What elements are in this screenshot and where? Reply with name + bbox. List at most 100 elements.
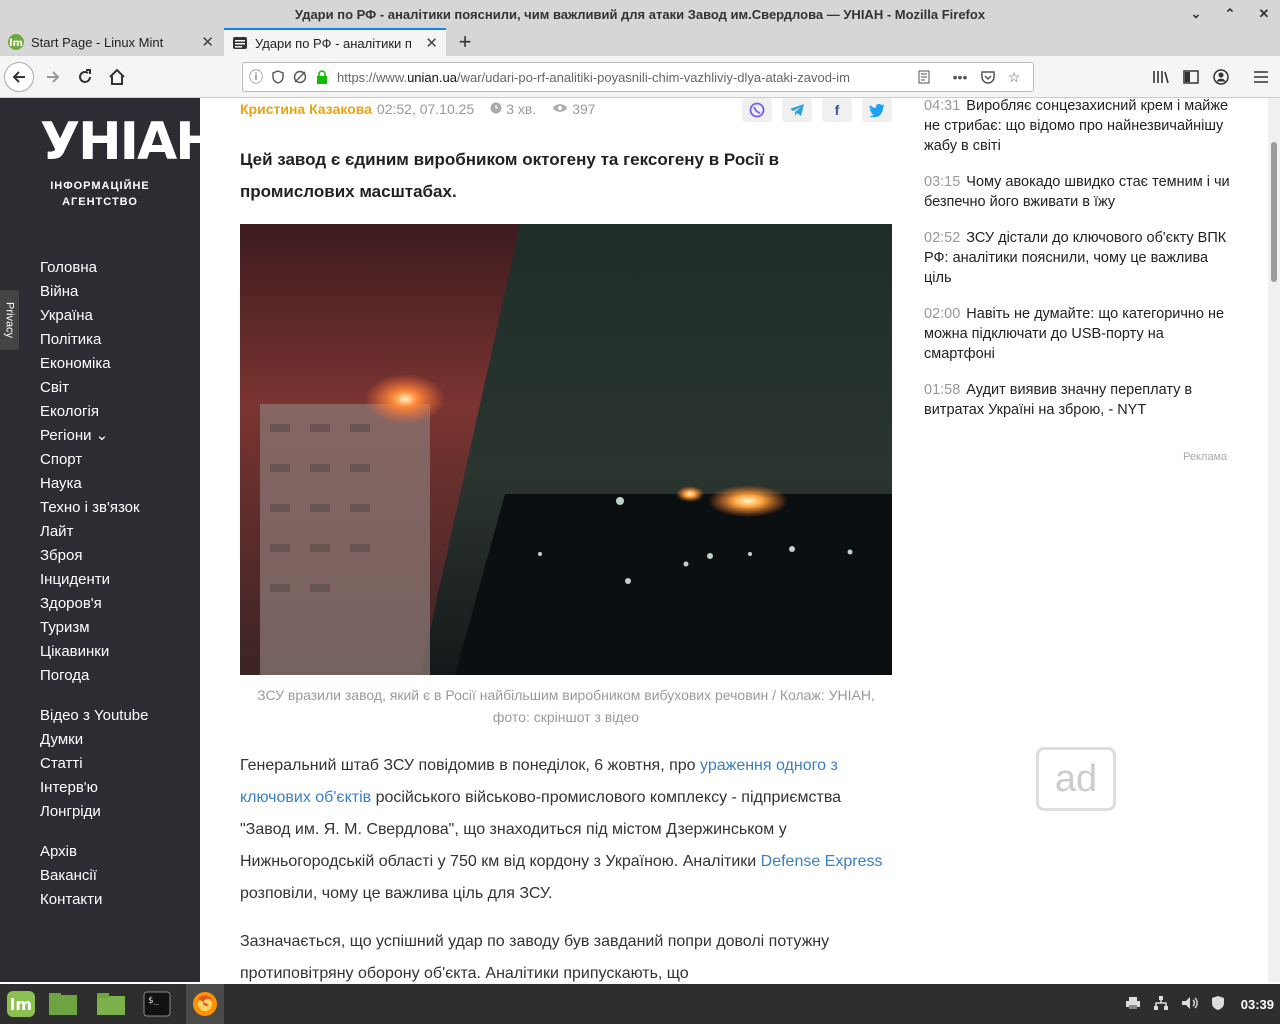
menu-item[interactable]: Головна: [40, 256, 149, 280]
page-actions-icon[interactable]: •••: [951, 68, 969, 86]
menu-hamburger-icon[interactable]: [1246, 62, 1276, 92]
firefox-taskbar-icon[interactable]: [186, 984, 224, 1024]
back-icon[interactable]: [4, 62, 34, 92]
menu-item[interactable]: Лайт: [40, 520, 149, 544]
tab-strip: lm Start Page - Linux Mint ✕ Удари по РФ…: [0, 28, 1280, 56]
shield-icon[interactable]: [1211, 995, 1225, 1014]
system-tray: 03:39: [1125, 984, 1274, 1024]
reader-view-icon[interactable]: [915, 68, 933, 86]
menu-item[interactable]: Політика: [40, 328, 149, 352]
window-titlebar: Удари по РФ - аналітики пояснили, чим ва…: [0, 0, 1280, 28]
ad-label: Реклама: [1183, 451, 1228, 463]
site-logo[interactable]: УНІАН ІНФОРМАЦІЙНЕ АГЕНТСТВО: [40, 112, 219, 210]
article-paragraph: Зазначається, що успішний удар по заводу…: [240, 933, 830, 982]
terminal-icon[interactable]: $_: [140, 988, 174, 1020]
library-icon[interactable]: [1146, 62, 1176, 92]
menu-item[interactable]: Зброя: [40, 544, 149, 568]
pocket-icon[interactable]: [979, 68, 997, 86]
menu-item[interactable]: Економіка: [40, 352, 149, 376]
sidebar-toggle-icon[interactable]: [1176, 62, 1206, 92]
menu-item[interactable]: Світ: [40, 376, 149, 400]
account-icon[interactable]: [1206, 62, 1236, 92]
autoplay-blocked-icon[interactable]: [291, 68, 309, 86]
telegram-share-icon[interactable]: [782, 98, 812, 122]
publish-datetime: 02:52, 07.10.25: [376, 101, 475, 117]
menu-item[interactable]: Наука: [40, 472, 149, 496]
menu-item[interactable]: Цікавинки: [40, 640, 149, 664]
feed-item[interactable]: 01:58 Аудит виявив значну переплату в вит…: [924, 380, 1234, 420]
twitter-share-icon[interactable]: [862, 98, 892, 122]
url-text[interactable]: https://www.unian.ua/war/udari-po-rf-ana…: [337, 70, 885, 85]
menu-item[interactable]: Інциденти: [40, 568, 149, 592]
show-desktop-icon[interactable]: [46, 988, 80, 1020]
feed-item[interactable]: 03:15 Чому авокадо швидко стає темним і ч…: [924, 172, 1234, 212]
author-link[interactable]: Кристина Казакова: [240, 101, 372, 117]
scrollbar-thumb[interactable]: [1271, 142, 1277, 282]
menu-item[interactable]: Війна: [40, 280, 149, 304]
minimize-icon[interactable]: ⌄: [1186, 4, 1206, 24]
clock[interactable]: 03:39: [1241, 997, 1274, 1012]
view-count: 397: [572, 101, 596, 117]
logo-tagline: ІНФОРМАЦІЙНЕ АГЕНТСТВО: [50, 180, 150, 208]
menu-item[interactable]: Статті: [40, 752, 149, 776]
svg-text:$_: $_: [148, 996, 159, 1006]
menu-item-regions[interactable]: Регіони ⌄: [40, 424, 149, 448]
viber-share-icon[interactable]: [742, 98, 772, 122]
menu-item[interactable]: Техно і зв'язок: [40, 496, 149, 520]
network-icon[interactable]: [1153, 995, 1169, 1014]
bookmark-star-icon[interactable]: ☆: [1005, 68, 1023, 86]
menu-item[interactable]: Вакансії: [40, 864, 149, 888]
url-bar[interactable]: ⓘ https://www.unian.ua/war/udari-po-rf-a…: [242, 62, 1034, 92]
reload-icon[interactable]: [70, 62, 100, 92]
logo-wordmark: УНІАН: [40, 112, 219, 172]
menu-item[interactable]: Здоров'я: [40, 592, 149, 616]
menu-item[interactable]: Екологія: [40, 400, 149, 424]
maximize-icon[interactable]: ⌃: [1220, 4, 1240, 24]
article-photo[interactable]: [240, 224, 892, 675]
home-icon[interactable]: [102, 62, 132, 92]
window-title: Удари по РФ - аналітики пояснили, чим ва…: [294, 6, 986, 22]
menu-item[interactable]: Контакти: [40, 888, 149, 912]
article-paragraph: Генеральний штаб ЗСУ повідомив в понеділ…: [240, 757, 883, 902]
menu-item[interactable]: Україна: [40, 304, 149, 328]
defense-express-link[interactable]: Defense Express: [761, 853, 883, 870]
svg-text:lm: lm: [9, 38, 23, 49]
photo-caption: ЗСУ вразили завод, який є в Росії найбіл…: [257, 687, 875, 725]
article-lead: Цей завод є єдиним виробником октогену т…: [240, 150, 780, 201]
tab-start-page[interactable]: lm Start Page - Linux Mint ✕: [0, 28, 222, 56]
read-time: 3 хв.: [506, 101, 537, 117]
close-window-icon[interactable]: ✕: [1254, 4, 1274, 24]
page-scrollbar[interactable]: [1268, 98, 1280, 982]
printer-icon[interactable]: [1125, 996, 1141, 1013]
forward-icon[interactable]: [38, 62, 68, 92]
feed-item[interactable]: 04:31 Виробляє сонцезахисний крем і майже…: [924, 96, 1234, 156]
tab-article[interactable]: Удари по РФ - аналітики п ✕: [224, 28, 446, 56]
ad-placeholder[interactable]: ad: [1036, 747, 1116, 811]
close-tab-icon[interactable]: ✕: [425, 34, 438, 52]
menu-item[interactable]: Спорт: [40, 448, 149, 472]
info-icon[interactable]: ⓘ: [247, 68, 265, 86]
privacy-tab[interactable]: Privacy: [0, 290, 19, 350]
eye-icon: [552, 101, 568, 117]
menu-item[interactable]: Туризм: [40, 616, 149, 640]
tab-label: Start Page - Linux Mint: [31, 34, 164, 50]
mint-icon: lm: [8, 34, 24, 50]
feed-item[interactable]: 02:52 ЗСУ дістали до ключового об'єкту ВП…: [924, 228, 1234, 288]
menu-item[interactable]: Погода: [40, 664, 149, 688]
facebook-share-icon[interactable]: f: [822, 98, 852, 122]
taskbar: lm $_ 03:39: [0, 984, 1280, 1024]
menu-item[interactable]: Думки: [40, 728, 149, 752]
feed-item[interactable]: 02:00 Навіть не думайте: що категорично н…: [924, 304, 1234, 364]
new-tab-icon[interactable]: +: [452, 29, 478, 55]
close-tab-icon[interactable]: ✕: [201, 33, 214, 51]
mint-menu-icon[interactable]: lm: [4, 988, 38, 1020]
menu-item[interactable]: Архів: [40, 840, 149, 864]
menu-item[interactable]: Інтерв'ю: [40, 776, 149, 800]
tracking-shield-icon[interactable]: [269, 68, 287, 86]
lock-icon[interactable]: [313, 68, 331, 86]
clock-icon: [490, 101, 502, 117]
volume-icon[interactable]: [1181, 996, 1199, 1013]
files-icon[interactable]: [94, 988, 128, 1020]
menu-item[interactable]: Відео з Youtube: [40, 704, 149, 728]
menu-item[interactable]: Лонгріди: [40, 800, 149, 824]
